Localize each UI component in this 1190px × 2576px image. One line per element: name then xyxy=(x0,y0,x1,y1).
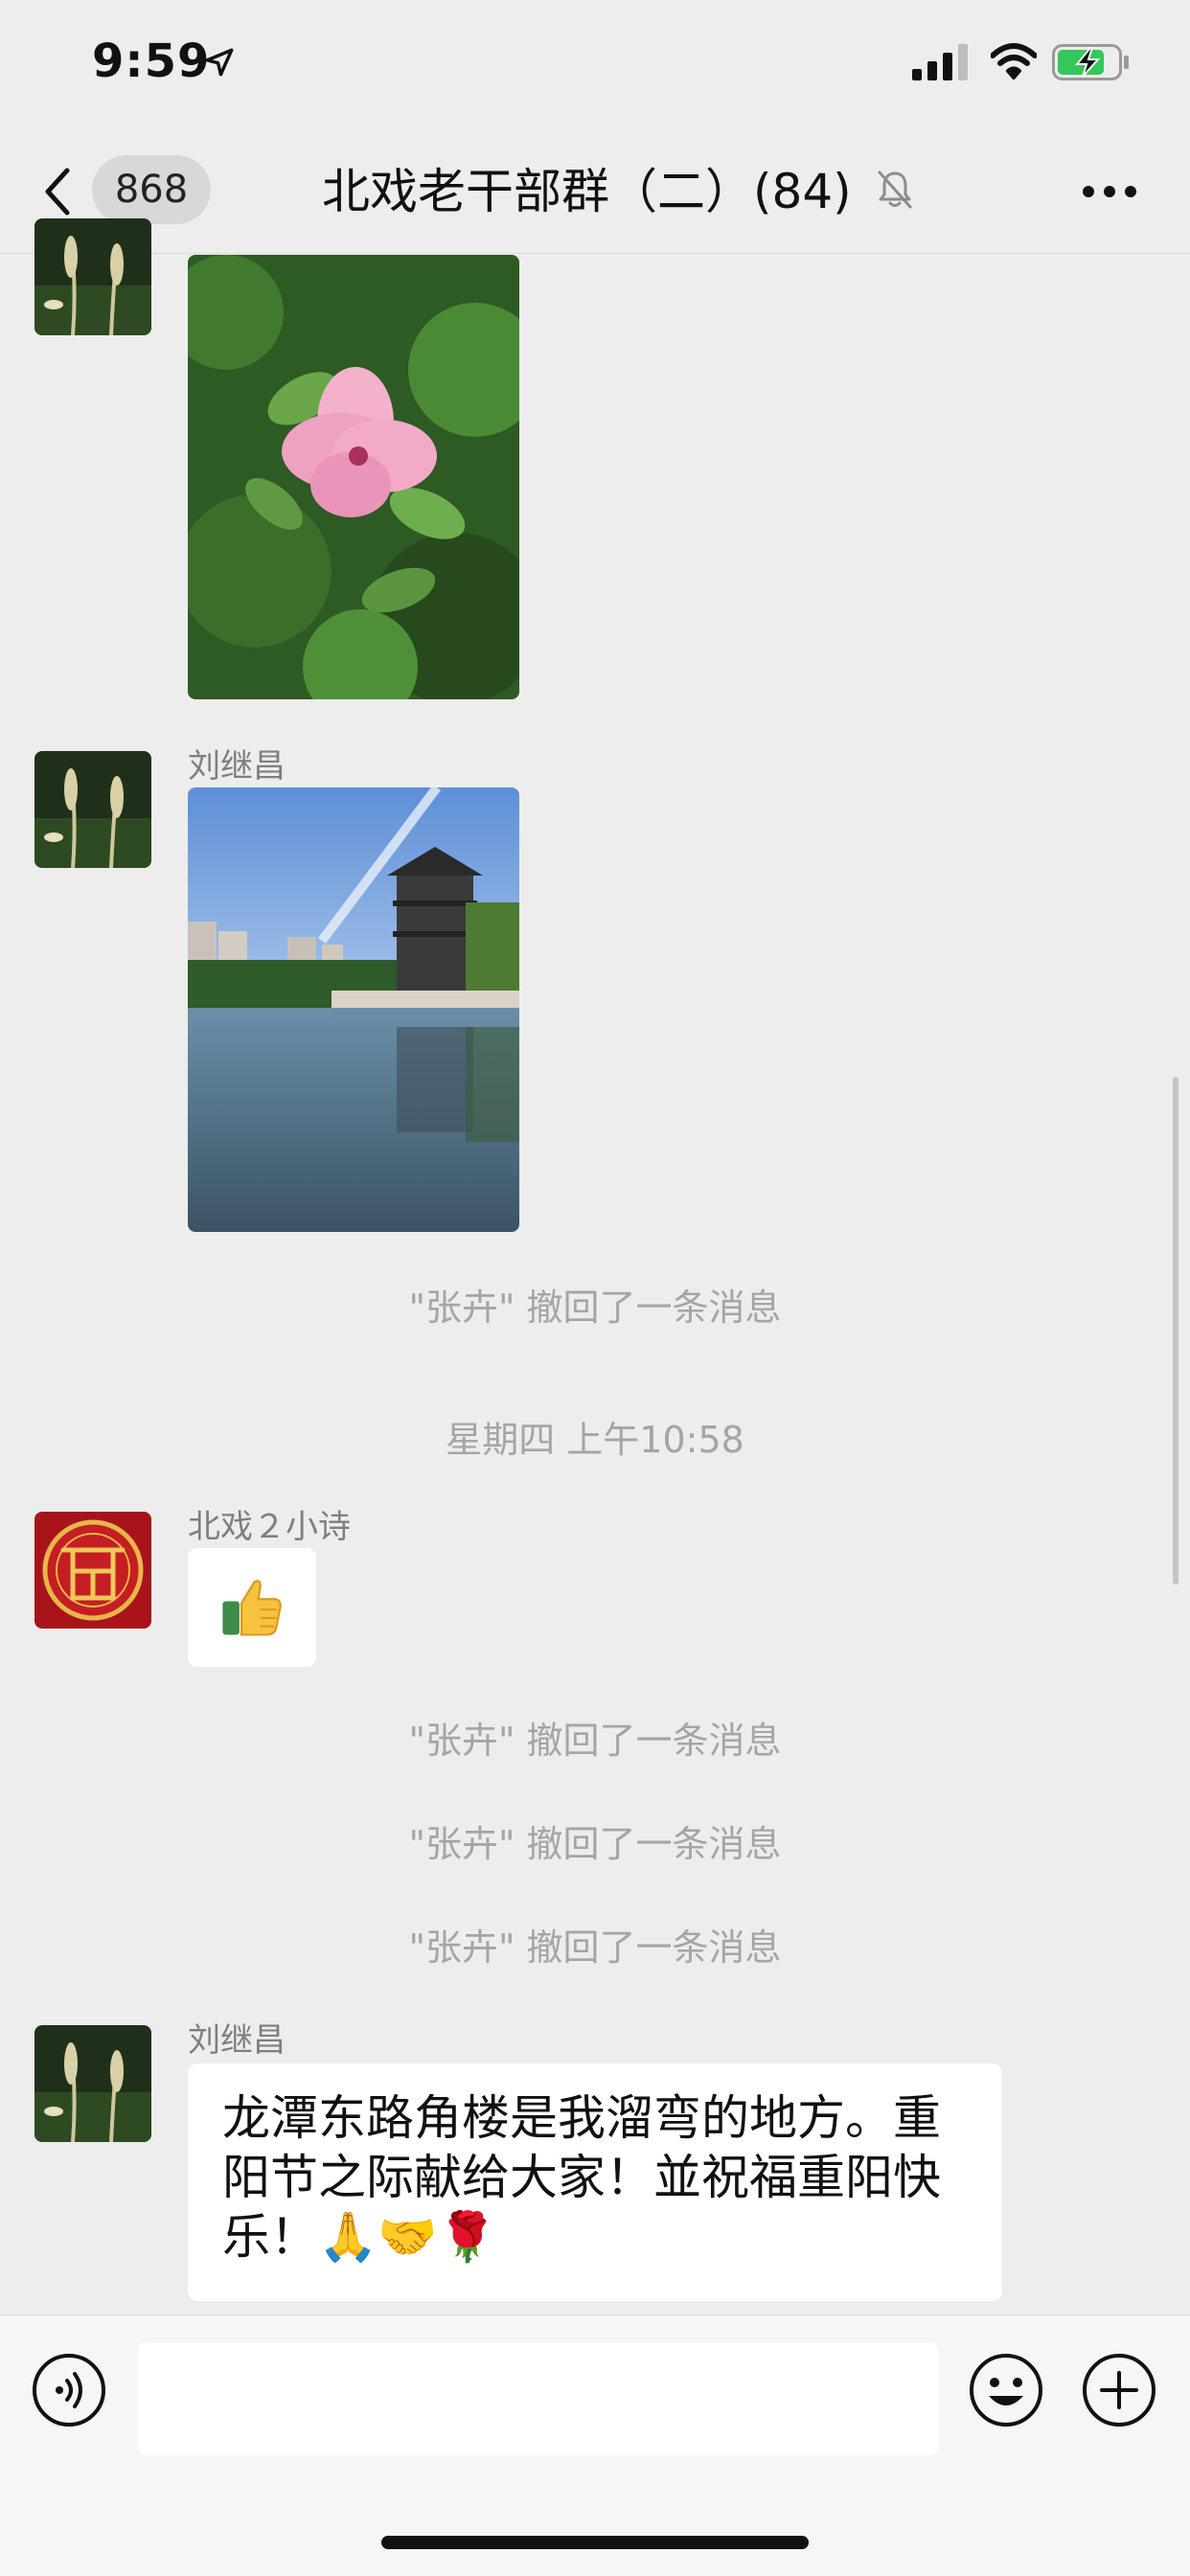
message-text: 龙潭东路角楼是我溜弯的地方。重 阳节之际献给大家！並祝福重阳快 乐！🙏🤝🌹 xyxy=(188,2063,1002,2291)
chat-title: 北戏老干部群（二）(84) xyxy=(322,164,852,219)
sender-name: 刘继昌 xyxy=(188,2021,286,2060)
fu-character-avatar-image xyxy=(34,1512,151,1629)
back-chevron-icon[interactable] xyxy=(38,163,77,220)
sender-avatar[interactable] xyxy=(34,2025,151,2142)
message-text-line: 乐！🙏🤝🌹 xyxy=(222,2209,497,2265)
message-text-line: 阳节之际献给大家！並祝福重阳快 xyxy=(222,2150,941,2205)
unread-count-badge[interactable]: 868 xyxy=(92,155,211,224)
thumbs-up-icon xyxy=(222,1580,282,1636)
emoji-icon[interactable] xyxy=(968,2352,1044,2428)
more-options-icon[interactable] xyxy=(1081,184,1138,199)
input-bar xyxy=(0,2314,1190,2576)
voice-icon[interactable] xyxy=(31,2352,107,2428)
bell-slash-icon xyxy=(878,171,912,209)
message-input[interactable] xyxy=(138,2342,939,2455)
battery-charging-icon xyxy=(1052,44,1129,80)
grass-avatar-image xyxy=(34,218,151,335)
home-indicator xyxy=(381,2536,809,2549)
sender-avatar[interactable] xyxy=(34,1512,151,1629)
scrollbar[interactable] xyxy=(1173,1077,1179,1584)
sender-name: 刘继昌 xyxy=(188,747,286,786)
sender-avatar[interactable] xyxy=(34,751,151,868)
status-bar: 9:59 xyxy=(0,0,1190,134)
recall-notice: "张卉" 撤回了一条消息 xyxy=(408,1926,782,1969)
recall-notice: "张卉" 撤回了一条消息 xyxy=(408,1287,782,1329)
wifi-icon xyxy=(991,43,1037,80)
chat-header: 868 北戏老干部群（二）(84) xyxy=(0,134,1190,254)
sender-name: 北戏２小诗 xyxy=(188,1508,351,1546)
recall-notice: "张卉" 撤回了一条消息 xyxy=(408,1720,782,1762)
grass-avatar-image xyxy=(34,751,151,868)
flower-photo[interactable] xyxy=(188,255,519,699)
message-bubble[interactable] xyxy=(188,1548,316,1667)
message-text-line: 龙潭东路角楼是我溜弯的地方。重 xyxy=(222,2090,941,2146)
cellular-signal-icon xyxy=(912,44,968,80)
timestamp-divider: 星期四 上午10:58 xyxy=(446,1419,744,1461)
message-bubble[interactable]: 龙潭东路角楼是我溜弯的地方。重 阳节之际献给大家！並祝福重阳快 乐！🙏🤝🌹 xyxy=(188,2063,1002,2301)
location-arrow-icon xyxy=(205,48,234,77)
corner-tower-photo[interactable] xyxy=(188,787,519,1232)
sender-avatar[interactable] xyxy=(34,218,151,335)
status-time: 9:59 xyxy=(92,34,211,88)
plus-icon[interactable] xyxy=(1081,2352,1157,2428)
recall-notice: "张卉" 撤回了一条消息 xyxy=(408,1823,782,1865)
grass-avatar-image xyxy=(34,2025,151,2142)
